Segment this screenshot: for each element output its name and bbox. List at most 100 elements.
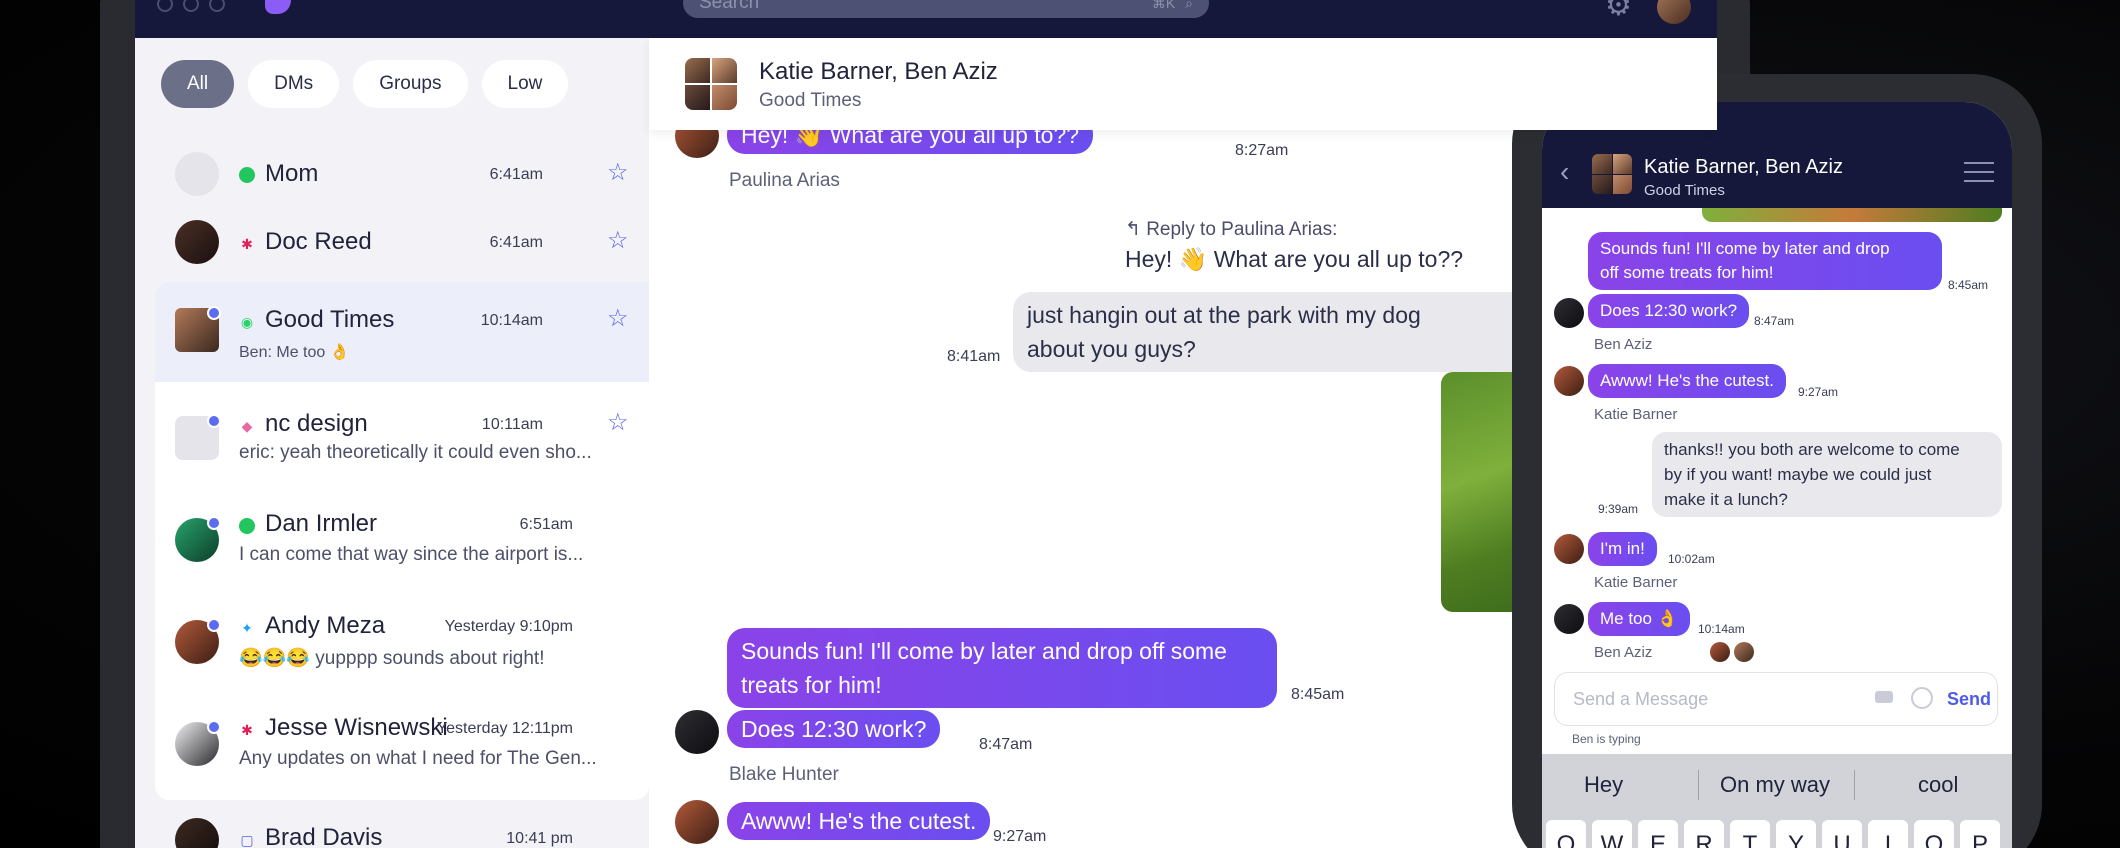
- conversation-name: Good Times: [265, 306, 395, 333]
- keyboard-key[interactable]: Y: [1776, 820, 1816, 848]
- close-window-button[interactable]: [157, 0, 173, 12]
- app-logo-icon: [265, 0, 291, 14]
- conversation-name: nc design: [265, 410, 368, 437]
- message-text-line: thanks!! you both are welcome to come: [1664, 440, 1960, 459]
- favorite-star-icon[interactable]: ☆: [607, 158, 629, 187]
- send-button[interactable]: Send: [1947, 689, 1991, 710]
- slack-icon: ✱: [241, 236, 253, 252]
- conversation-item[interactable]: ✱ Jesse Wisnewski Yesterday 12:11pm Any …: [155, 694, 649, 794]
- emoji-icon[interactable]: [1911, 687, 1933, 709]
- message-text-line: Sounds fun! I'll come by later and drop …: [741, 638, 1227, 664]
- favorite-star-icon[interactable]: ☆: [607, 304, 629, 333]
- keyboard-key[interactable]: R: [1684, 820, 1724, 848]
- message-time: 8:47am: [979, 736, 1033, 753]
- maximize-window-button[interactable]: [209, 0, 225, 12]
- conversation-item[interactable]: ▢ Brad Davis 10:41 pm: [155, 808, 649, 848]
- conversation-item[interactable]: Mom 6:41am ☆: [155, 140, 649, 208]
- keyboard-key[interactable]: T: [1730, 820, 1770, 848]
- hamburger-menu-icon[interactable]: [1964, 162, 1994, 189]
- message-time: 9:27am: [1798, 385, 1839, 399]
- favorite-star-icon[interactable]: ☆: [607, 408, 629, 437]
- keyboard-key[interactable]: W: [1592, 820, 1632, 848]
- keyboard-key[interactable]: O: [1914, 820, 1954, 848]
- read-receipt-avatar: [1710, 642, 1730, 662]
- message-sender: Blake Hunter: [729, 764, 839, 785]
- message-bubble[interactable]: Sounds fun! I'll come by later and drop …: [1588, 232, 1942, 290]
- reply-arrow-icon: ↰: [1125, 219, 1147, 240]
- phone-chat-title: Katie Barner, Ben Aziz: [1644, 156, 1844, 178]
- whatsapp-icon: ◉: [240, 314, 254, 330]
- typing-indicator: Ben is typing: [1572, 732, 1641, 746]
- suggestion-divider: [1854, 770, 1855, 800]
- conversation-time: Yesterday 9:10pm: [444, 618, 573, 635]
- message-bubble[interactable]: Does 12:30 work?: [1588, 294, 1750, 328]
- phone-chat-subtitle: Good Times: [1644, 182, 1725, 199]
- message-time: 8:41am: [947, 348, 1001, 365]
- conversation-time: 6:51am: [519, 516, 573, 533]
- favorite-star-icon[interactable]: ☆: [607, 226, 629, 255]
- shared-photo-cropped: [1702, 208, 2002, 222]
- slack-icon: ✱: [241, 722, 253, 738]
- on-screen-keyboard: Hey On my way cool Q W E R T Y U I O P: [1542, 754, 2012, 848]
- filter-low-tab[interactable]: Low: [481, 60, 569, 108]
- keyboard-key[interactable]: Q: [1546, 820, 1586, 848]
- conversation-preview: I can come that way since the airport is…: [239, 544, 584, 565]
- online-status-icon: [239, 167, 255, 183]
- desktop-app-window: Search ⌘K ⌕ ⚙ All DMs Groups Low Mom 6:4…: [135, 0, 1717, 848]
- message-bubble[interactable]: Awww! He's the cutest.: [1588, 364, 1786, 398]
- group-avatar: [1592, 154, 1632, 194]
- message-time: 10:02am: [1668, 552, 1715, 566]
- conversation-item-selected[interactable]: ◉ Good Times 10:14am ☆ Ben: Me too 👌: [155, 282, 649, 382]
- message-bubble[interactable]: thanks!! you both are welcome to come by…: [1652, 432, 2002, 517]
- filter-tabs: All DMs Groups Low: [161, 60, 569, 108]
- message-time: 9:39am: [1598, 502, 1639, 516]
- search-input[interactable]: Search ⌘K ⌕: [683, 0, 1209, 18]
- message-sender: Ben Aziz: [1594, 644, 1653, 661]
- contact-avatar: [175, 220, 219, 264]
- user-avatar[interactable]: [1657, 0, 1691, 24]
- contact-avatar: [175, 720, 221, 766]
- message-bubble[interactable]: Sounds fun! I'll come by later and drop …: [727, 628, 1277, 708]
- keyboard-key[interactable]: I: [1868, 820, 1908, 848]
- sender-avatar: [675, 800, 719, 844]
- message-bubble[interactable]: Awww! He's the cutest.: [727, 802, 991, 840]
- conversation-item[interactable]: ✱ Doc Reed 6:41am ☆: [155, 210, 649, 278]
- conversation-time: 10:11am: [481, 416, 543, 433]
- message-bubble[interactable]: I'm in!: [1588, 532, 1657, 566]
- suggestion-item[interactable]: On my way: [1720, 772, 1830, 798]
- conversation-time: 6:41am: [489, 234, 543, 251]
- conversation-preview: Any updates on what I need for The Gen..…: [239, 748, 597, 769]
- filter-groups-tab[interactable]: Groups: [353, 60, 468, 108]
- message-input[interactable]: Send a Message Send: [1554, 672, 1998, 726]
- conversation-sidebar: All DMs Groups Low Mom 6:41am ☆ ✱ Doc Re…: [135, 38, 649, 848]
- conversation-time: 10:41 pm: [506, 830, 573, 847]
- minimize-window-button[interactable]: [183, 0, 199, 12]
- back-chevron-icon[interactable]: ‹: [1560, 156, 1569, 188]
- group-avatar: [175, 306, 221, 352]
- conversation-item[interactable]: ◆ nc design 10:11am ☆ eric: yeah theoret…: [155, 388, 649, 488]
- message-input-placeholder: Send a Message: [1573, 689, 1709, 709]
- keyboard-key[interactable]: P: [1960, 820, 2000, 848]
- twitter-icon: ✦: [241, 620, 253, 636]
- suggestion-divider: [1698, 770, 1699, 800]
- keyboard-key[interactable]: U: [1822, 820, 1862, 848]
- suggestion-item[interactable]: Hey: [1584, 772, 1623, 798]
- filter-dms-tab[interactable]: DMs: [248, 60, 340, 108]
- conversation-preview: Ben: Me too 👌: [239, 344, 350, 361]
- message-time: 8:27am: [1235, 142, 1289, 159]
- message-bubble[interactable]: Does 12:30 work?: [727, 710, 941, 748]
- sender-avatar: [675, 710, 719, 754]
- settings-gear-icon[interactable]: ⚙: [1605, 0, 1632, 23]
- conversation-item[interactable]: Dan Irmler 6:51am I can come that way si…: [155, 490, 649, 590]
- suggestion-item[interactable]: cool: [1918, 772, 1958, 798]
- filter-all-tab[interactable]: All: [161, 60, 235, 108]
- message-time: 8:45am: [1948, 278, 1989, 292]
- group-avatar: [685, 58, 737, 110]
- message-text-line: by if you want! maybe we could just: [1664, 465, 1932, 484]
- gif-icon[interactable]: [1875, 691, 1893, 703]
- message-bubble[interactable]: Me too 👌: [1588, 602, 1690, 636]
- search-placeholder: Search: [699, 0, 760, 13]
- conversation-item[interactable]: ✦ Andy Meza Yesterday 9:10pm 😂😂😂 yupppp …: [155, 592, 649, 692]
- conversation-name: Mom: [265, 160, 319, 187]
- keyboard-key[interactable]: E: [1638, 820, 1678, 848]
